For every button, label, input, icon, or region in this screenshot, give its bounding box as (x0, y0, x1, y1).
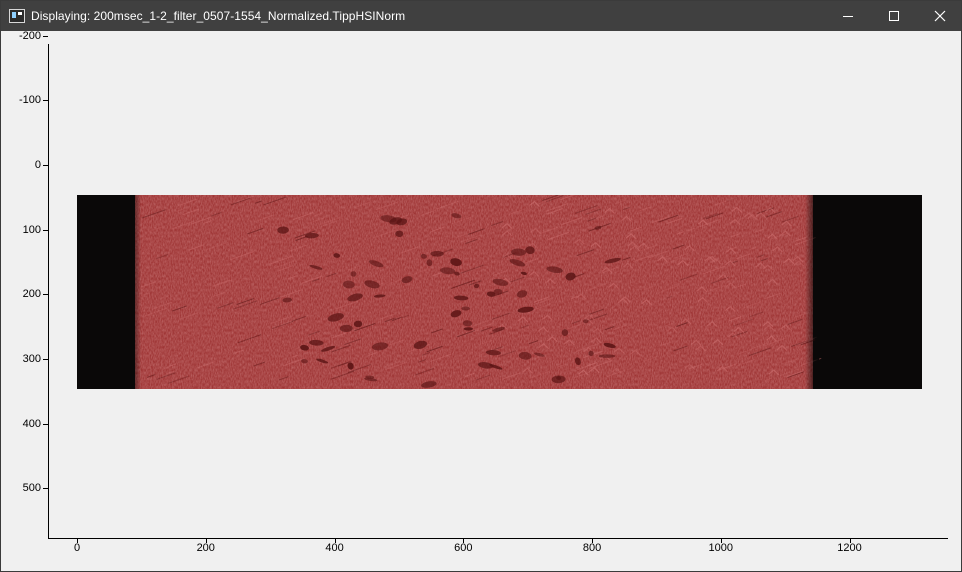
close-button[interactable] (917, 1, 962, 31)
maximize-button[interactable] (871, 1, 917, 31)
window-title: Displaying: 200msec_1-2_filter_0507-1554… (31, 9, 406, 23)
tissue-texture (135, 195, 813, 389)
x-tick-label: 600 (454, 542, 473, 554)
y-tick-label: 0 (34, 159, 41, 171)
minimize-button[interactable] (825, 1, 871, 31)
y-tick (43, 294, 48, 296)
y-tick (43, 100, 48, 102)
title-bar[interactable]: Displaying: 200msec_1-2_filter_0507-1554… (1, 1, 961, 31)
image-viewer-icon (9, 9, 25, 23)
tissue-image-render (77, 195, 922, 389)
displayed-image[interactable] (77, 195, 922, 389)
x-tick-label: 1000 (708, 542, 734, 554)
x-axis-line (48, 538, 948, 539)
y-tick (43, 165, 48, 166)
y-tick-label: 400 (22, 417, 41, 430)
x-tick-label: 1200 (837, 542, 862, 554)
maximize-icon (889, 11, 899, 21)
y-tick-label: 200 (22, 288, 41, 301)
y-tick-label: -100 (18, 94, 41, 107)
x-tick-label: 200 (196, 542, 215, 554)
y-axis-line (48, 44, 49, 538)
y-tick-label: 300 (22, 353, 41, 365)
y-tick-label: 500 (22, 482, 41, 495)
plot-area[interactable]: -200 -100 0 100 200 300 400 500 0 200 400 600 800 10… (1, 29, 961, 571)
image-display-window: Displaying: 200msec_1-2_filter_0507-1554… (0, 0, 962, 572)
y-tick (43, 359, 48, 360)
close-icon (934, 10, 946, 22)
x-tick-label: 400 (325, 542, 344, 554)
y-tick-label: -200 (18, 29, 41, 42)
y-tick (43, 35, 48, 37)
y-tick (43, 423, 48, 425)
right-edge-shadow (805, 195, 819, 389)
y-tick (43, 488, 48, 490)
left-edge-shadow (127, 195, 141, 389)
y-tick-label: 100 (22, 223, 41, 236)
x-tick-label: 800 (582, 542, 602, 554)
y-tick (43, 229, 48, 231)
minimize-icon (843, 16, 853, 17)
x-tick-label: 0 (73, 542, 81, 554)
